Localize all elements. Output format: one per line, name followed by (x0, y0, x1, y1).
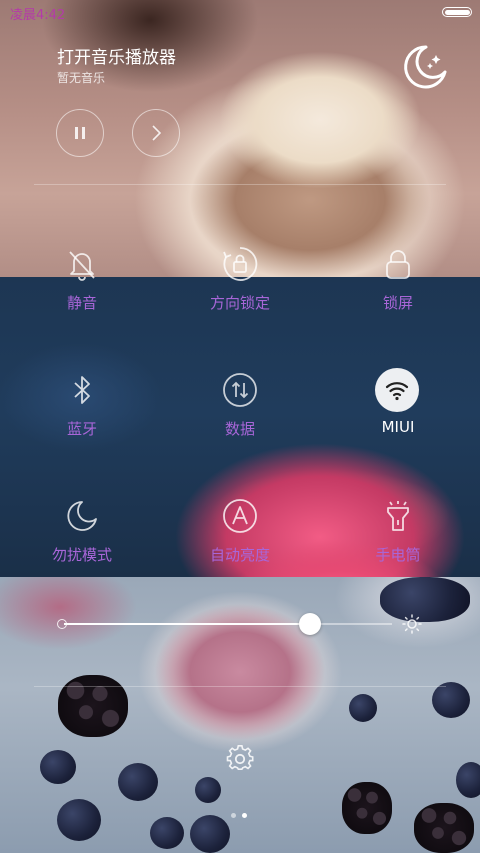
berry-decoration (380, 577, 470, 622)
chevron-right-icon (152, 125, 162, 141)
toggle-label: MIUI (381, 418, 415, 436)
toggle-bluetooth[interactable]: 蓝牙 (2, 366, 162, 456)
battery-icon (442, 7, 472, 17)
brightness-high-icon (402, 614, 422, 634)
berry-decoration (190, 815, 230, 853)
berry-decoration (118, 763, 158, 801)
page-indicator (231, 813, 247, 819)
berry-decoration (432, 682, 470, 718)
toggle-label: 数据 (224, 420, 255, 438)
toggle-label: 方向锁定 (209, 294, 270, 312)
bell-off-icon (58, 240, 106, 288)
berry-decoration (58, 675, 128, 737)
divider (34, 184, 446, 185)
brightness-low-icon (57, 619, 67, 629)
berry-decoration (414, 803, 474, 853)
berry-decoration (195, 777, 221, 803)
status-bar-time: 凌晨4:42 (10, 8, 66, 23)
lock-icon (374, 240, 422, 288)
toggle-auto-brightness[interactable]: 自动亮度 (160, 492, 320, 582)
night-mode-icon[interactable] (400, 42, 450, 92)
toggle-label: 静音 (66, 294, 97, 312)
wifi-icon (375, 368, 419, 412)
mobile-data-icon (216, 366, 264, 414)
toggle-wifi[interactable]: MIUI (318, 366, 478, 456)
rotation-lock-icon (216, 240, 264, 288)
toggle-label: 蓝牙 (66, 420, 97, 438)
pause-icon (75, 127, 85, 139)
next-track-button[interactable] (132, 109, 180, 157)
toggle-mute[interactable]: 静音 (2, 240, 162, 330)
battery-level (444, 9, 470, 15)
toggle-lock-screen[interactable]: 锁屏 (318, 240, 478, 330)
toggle-label: 锁屏 (382, 294, 413, 312)
brightness-slider-fill (64, 623, 310, 625)
berry-decoration (456, 762, 480, 798)
berry-decoration (40, 750, 76, 784)
page-dot[interactable] (231, 813, 236, 818)
music-player-title[interactable]: 打开音乐播放器 (57, 43, 176, 68)
berry-decoration (150, 817, 184, 849)
brightness-slider-track[interactable] (64, 623, 392, 625)
page-dot-current[interactable] (242, 813, 247, 818)
pause-button[interactable] (56, 109, 104, 157)
berry-decoration (342, 782, 392, 834)
auto-brightness-icon (216, 492, 264, 540)
berry-decoration (349, 694, 377, 722)
toggle-rotation-lock[interactable]: 方向锁定 (160, 240, 320, 330)
toggle-flashlight[interactable]: 手电筒 (318, 492, 478, 582)
berry-decoration (57, 799, 101, 841)
brightness-slider-thumb[interactable] (299, 613, 321, 635)
toggle-label: 自动亮度 (209, 546, 270, 564)
bluetooth-icon (58, 366, 106, 414)
divider (34, 686, 446, 687)
toggle-mobile-data[interactable]: 数据 (160, 366, 320, 456)
flashlight-icon (374, 492, 422, 540)
gear-icon[interactable] (226, 745, 254, 773)
toggle-label: 手电筒 (375, 546, 421, 564)
toggle-label: 勿扰模式 (51, 546, 112, 564)
moon-icon (58, 492, 106, 540)
toggle-do-not-disturb[interactable]: 勿扰模式 (2, 492, 162, 582)
music-player-subtitle: 暂无音乐 (57, 71, 106, 85)
